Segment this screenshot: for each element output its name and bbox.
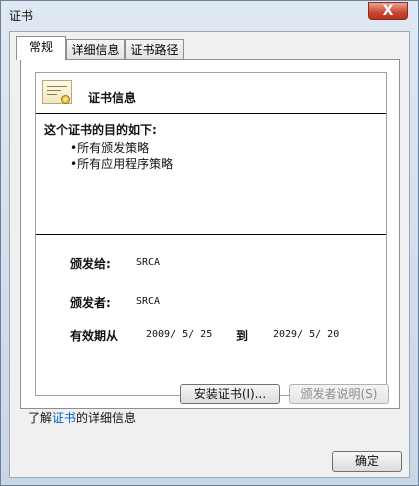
- tab-certification-path[interactable]: 证书路径: [125, 39, 184, 59]
- close-icon: X: [382, 3, 394, 19]
- divider: [36, 234, 386, 235]
- tab-details[interactable]: 详细信息: [66, 39, 125, 59]
- learn-more-suffix: 的详细信息: [76, 411, 137, 425]
- validity-label: 有效期从: [70, 329, 119, 343]
- title-bar[interactable]: 证书 X: [1, 1, 418, 31]
- purpose-item: •所有颁发策略: [70, 141, 150, 155]
- tab-panel: 证书信息 这个证书的目的如下: •所有颁发策略 •所有应用程序策略 颁发给: S…: [20, 59, 400, 409]
- window-title: 证书: [9, 9, 34, 23]
- valid-to-value: 2029/ 5/ 20: [273, 329, 340, 340]
- issued-to-value: SRCA: [136, 257, 161, 268]
- learn-more-prefix: 了解: [28, 411, 53, 425]
- certificate-info-title: 证书信息: [88, 91, 137, 105]
- divider: [36, 113, 386, 114]
- install-certificate-button[interactable]: 安装证书(I)...: [180, 384, 280, 404]
- learn-more-link[interactable]: 证书: [52, 411, 76, 425]
- issued-by-value: SRCA: [136, 296, 161, 307]
- certificate-dialog: 证书 X 常规 详细信息 证书路径 证书信息 这个证书的目的如下: •所有颁发策…: [0, 0, 419, 486]
- dialog-client-area: 常规 详细信息 证书路径 证书信息 这个证书的目的如下: •所有颁发策略 •所有…: [9, 31, 410, 478]
- purpose-heading: 这个证书的目的如下:: [44, 123, 157, 137]
- ok-button[interactable]: 确定: [332, 451, 402, 472]
- certificate-icon: [42, 80, 72, 104]
- seal-icon: [61, 95, 70, 104]
- validity-to-label: 到: [236, 329, 249, 343]
- issued-to-label: 颁发给:: [70, 257, 111, 271]
- issued-by-label: 颁发者:: [70, 296, 111, 310]
- tab-general[interactable]: 常规: [16, 36, 66, 60]
- issuer-statement-button[interactable]: 颁发者说明(S): [289, 384, 389, 404]
- valid-from-value: 2009/ 5/ 25: [146, 329, 213, 340]
- purpose-item: •所有应用程序策略: [70, 157, 174, 171]
- learn-more-text: 了解证书的详细信息: [28, 409, 136, 426]
- certificate-info-box: 证书信息 这个证书的目的如下: •所有颁发策略 •所有应用程序策略 颁发给: S…: [35, 72, 387, 396]
- close-button[interactable]: X: [368, 2, 408, 20]
